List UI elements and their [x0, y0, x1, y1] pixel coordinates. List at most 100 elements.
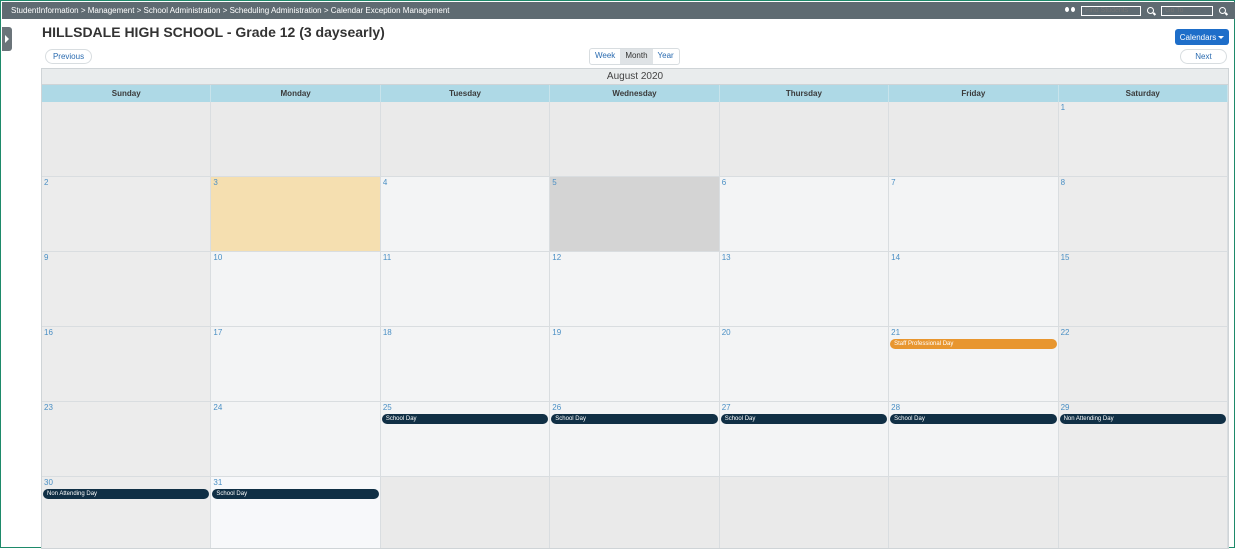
day-number[interactable]: 27	[722, 403, 731, 412]
day-number[interactable]: 25	[383, 403, 392, 412]
calendar-day-cell[interactable]: 6	[719, 177, 890, 252]
calendar-day-cell[interactable]: 21 Staff Professional Day	[889, 327, 1059, 402]
day-number[interactable]: 12	[552, 253, 561, 262]
calendar-day-cell[interactable]: 26 School Day	[550, 402, 720, 477]
month-calendar: August 2020 Sunday Monday Tuesday Wednes…	[41, 68, 1229, 549]
day-number[interactable]: 8	[1061, 178, 1065, 187]
calendar-day-cell[interactable]: 13	[719, 252, 890, 327]
day-number[interactable]: 1	[1061, 103, 1065, 112]
day-number[interactable]: 21	[891, 328, 900, 337]
day-number[interactable]: 20	[722, 328, 731, 337]
calendar-day-cell[interactable]: 20	[719, 327, 890, 402]
calendar-day-cell[interactable]: 5	[550, 177, 720, 252]
search-icon[interactable]	[1147, 6, 1155, 15]
next-button[interactable]: Next	[1180, 49, 1227, 64]
goto-input[interactable]	[1161, 5, 1213, 16]
calendar-day-cell[interactable]: 31 School Day	[211, 477, 381, 548]
weekday-thursday: Thursday	[720, 85, 890, 102]
calendar-day-cell[interactable]	[211, 102, 381, 177]
calendar-day-cell[interactable]	[550, 102, 720, 177]
tab-week[interactable]: Week	[590, 49, 620, 64]
calendar-day-cell[interactable]	[889, 102, 1059, 177]
calendar-day-cell[interactable]	[719, 477, 890, 548]
calendar-day-cell[interactable]: 24	[211, 402, 381, 477]
day-number[interactable]: 28	[891, 403, 900, 412]
day-number[interactable]: 24	[213, 403, 222, 412]
calendar-day-cell[interactable]: 14	[889, 252, 1059, 327]
day-number[interactable]: 15	[1061, 253, 1070, 262]
day-number[interactable]: 3	[213, 178, 217, 187]
calendar-day-cell[interactable]: 17	[211, 327, 381, 402]
calendar-day-cell[interactable]: 12	[550, 252, 720, 327]
calendar-event[interactable]: Staff Professional Day	[890, 339, 1057, 349]
day-number[interactable]: 31	[213, 478, 222, 487]
calendar-day-cell[interactable]	[719, 102, 890, 177]
calendar-day-cell[interactable]: 29 Non Attending Day	[1058, 402, 1228, 477]
breadcrumb[interactable]: StudentInformation > Management > School…	[11, 2, 449, 19]
calendars-button-label: Calendars	[1179, 32, 1217, 42]
tab-month[interactable]: Month	[620, 49, 653, 64]
calendar-day-cell[interactable]: 22	[1058, 327, 1228, 402]
day-number[interactable]: 13	[722, 253, 731, 262]
calendar-day-cell[interactable]: 15	[1058, 252, 1228, 327]
calendar-day-cell[interactable]: 1	[1058, 102, 1228, 177]
day-number[interactable]: 17	[213, 328, 222, 337]
day-number[interactable]: 4	[383, 178, 387, 187]
calendar-day-cell[interactable]	[42, 102, 212, 177]
calendar-event[interactable]: Non Attending Day	[43, 489, 210, 499]
calendar-day-cell[interactable]: 19	[550, 327, 720, 402]
calendar-day-cell[interactable]: 30 Non Attending Day	[42, 477, 212, 548]
day-number[interactable]: 11	[383, 253, 391, 262]
calendar-event[interactable]: School Day	[720, 414, 888, 424]
day-number[interactable]: 18	[383, 328, 392, 337]
day-number[interactable]: 9	[44, 253, 48, 262]
calendar-event[interactable]: School Day	[381, 414, 549, 424]
calendar-event[interactable]: School Day	[551, 414, 718, 424]
calendar-day-cell[interactable]: 3	[211, 177, 381, 252]
calendar-day-cell[interactable]	[380, 102, 551, 177]
day-number[interactable]: 26	[552, 403, 561, 412]
calendar-day-cell[interactable]: 27 School Day	[719, 402, 890, 477]
owl-icon[interactable]	[1065, 6, 1075, 15]
find-students-input[interactable]	[1081, 5, 1141, 16]
calendar-day-cell[interactable]: 23	[42, 402, 212, 477]
calendar-day-cell[interactable]: 2	[42, 177, 212, 252]
calendars-dropdown-button[interactable]: Calendars	[1175, 29, 1229, 45]
weekday-friday: Friday	[889, 85, 1059, 102]
day-number[interactable]: 19	[552, 328, 561, 337]
calendar-event[interactable]: School Day	[212, 489, 379, 499]
previous-button[interactable]: Previous	[45, 49, 92, 64]
day-number[interactable]: 5	[552, 178, 556, 187]
calendar-day-cell[interactable]	[380, 477, 551, 548]
day-number[interactable]: 6	[722, 178, 726, 187]
day-number[interactable]: 22	[1061, 328, 1070, 337]
calendar-day-cell[interactable]: 18	[380, 327, 551, 402]
tab-year[interactable]: Year	[653, 49, 679, 64]
weekday-sunday: Sunday	[42, 85, 212, 102]
calendar-day-cell[interactable]: 25 School Day	[380, 402, 551, 477]
calendar-event[interactable]: School Day	[890, 414, 1057, 424]
calendar-day-cell[interactable]: 10	[211, 252, 381, 327]
day-number[interactable]: 29	[1061, 403, 1070, 412]
day-number[interactable]: 16	[44, 328, 53, 337]
day-number[interactable]: 10	[213, 253, 222, 262]
calendar-day-cell[interactable]: 4	[380, 177, 551, 252]
month-label: August 2020	[42, 69, 1228, 85]
day-number[interactable]: 14	[891, 253, 900, 262]
calendar-event[interactable]: Non Attending Day	[1059, 414, 1226, 424]
calendar-day-cell[interactable]: 11	[380, 252, 551, 327]
calendar-day-cell[interactable]: 7	[889, 177, 1059, 252]
sidebar-toggle-tab[interactable]	[2, 27, 12, 51]
day-number[interactable]: 2	[44, 178, 48, 187]
goto-search-icon[interactable]	[1219, 6, 1227, 15]
calendar-day-cell[interactable]: 16	[42, 327, 212, 402]
calendar-day-cell[interactable]: 9	[42, 252, 212, 327]
calendar-day-cell[interactable]	[550, 477, 720, 548]
calendar-day-cell[interactable]: 28 School Day	[889, 402, 1059, 477]
calendar-day-cell[interactable]	[1058, 477, 1228, 548]
day-number[interactable]: 7	[891, 178, 895, 187]
day-number[interactable]: 30	[44, 478, 53, 487]
calendar-day-cell[interactable]: 8	[1058, 177, 1228, 252]
day-number[interactable]: 23	[44, 403, 53, 412]
calendar-day-cell[interactable]	[889, 477, 1059, 548]
